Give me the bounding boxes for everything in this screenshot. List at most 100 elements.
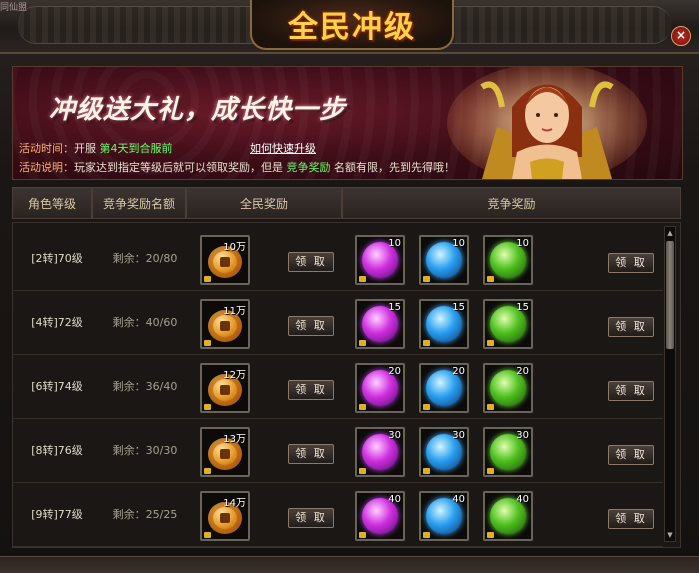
- banner-slogan: 冲级送大礼，成长快一步: [49, 95, 347, 125]
- table-row: [6转]74级 剩余：36/40 12万 领 取 20 20 20 领 取: [13, 355, 663, 419]
- gem-reward-slot[interactable]: 15: [355, 299, 405, 349]
- lock-icon: [204, 340, 211, 346]
- lock-icon: [423, 340, 430, 346]
- table-row: [4转]72级 剩余：40/60 11万 领 取 15 15 15 领 取: [13, 291, 663, 355]
- role-level: [2转]70级: [31, 252, 83, 265]
- gem-count: 30: [388, 430, 401, 441]
- claim-competition-reward-button[interactable]: 领 取: [608, 445, 654, 465]
- gem-count: 10: [452, 238, 465, 249]
- lock-icon: [359, 468, 366, 474]
- remaining-quota: 剩余：20/80: [112, 252, 178, 265]
- gem-reward-slot[interactable]: 20: [419, 363, 469, 413]
- how-to-level-link[interactable]: 如何快速升级: [250, 142, 316, 155]
- heroine-portrait-icon: [447, 67, 647, 179]
- gem-count: 15: [388, 302, 401, 313]
- table-row: [8转]76级 剩余：30/30 13万 领 取 30 30 30 领 取: [13, 419, 663, 483]
- event-time-range: 第4天到合服前: [99, 142, 173, 155]
- gem-reward-slot[interactable]: 10: [355, 235, 405, 285]
- column-header-level: 角色等级: [12, 187, 92, 219]
- lock-icon: [204, 468, 211, 474]
- gem-reward-slot[interactable]: 30: [419, 427, 469, 477]
- lock-icon: [487, 340, 494, 346]
- role-level: [9转]77级: [31, 508, 83, 521]
- role-level: [4转]72级: [31, 316, 83, 329]
- scrollbar-thumb[interactable]: [666, 241, 674, 349]
- gem-reward-slot[interactable]: 40: [355, 491, 405, 541]
- table-row: [2转]70级 剩余：20/80 10万 领 取 10 10 10 领 取: [13, 227, 663, 291]
- coin-reward-slot[interactable]: 10万: [200, 235, 250, 285]
- lock-icon: [359, 532, 366, 538]
- scroll-up-icon[interactable]: ▲: [665, 228, 675, 238]
- coin-reward-slot[interactable]: 12万: [200, 363, 250, 413]
- claim-all-reward-button[interactable]: 领 取: [288, 508, 334, 528]
- scrollbar[interactable]: ▲ ▼: [664, 226, 676, 542]
- column-header-all-reward: 全民奖励: [186, 187, 342, 219]
- claim-all-reward-button[interactable]: 领 取: [288, 252, 334, 272]
- lock-icon: [423, 532, 430, 538]
- reward-list: [2转]70级 剩余：20/80 10万 领 取 10 10 10 领 取 [4…: [12, 222, 681, 548]
- claim-competition-reward-button[interactable]: 领 取: [608, 509, 654, 529]
- event-window: 全民冲级 × 同仙盟 冲级送大礼，成长快一步 活动时间：开服 第4天到合服前 如…: [0, 0, 699, 573]
- gem-reward-slot[interactable]: 15: [483, 299, 533, 349]
- gem-count: 15: [452, 302, 465, 313]
- claim-competition-reward-button[interactable]: 领 取: [608, 381, 654, 401]
- gem-reward-slot[interactable]: 40: [483, 491, 533, 541]
- lock-icon: [487, 532, 494, 538]
- claim-all-reward-button[interactable]: 领 取: [288, 380, 334, 400]
- gem-count: 40: [516, 494, 529, 505]
- gem-count: 30: [516, 430, 529, 441]
- coin-amount: 14万: [223, 498, 246, 509]
- remaining-quota: 剩余：25/25: [112, 508, 178, 521]
- title-bar-ornament-right: [431, 6, 671, 44]
- gem-count: 15: [516, 302, 529, 313]
- gem-reward-slot[interactable]: 20: [483, 363, 533, 413]
- coin-amount: 12万: [223, 370, 246, 381]
- gem-reward-slot[interactable]: 30: [483, 427, 533, 477]
- gem-count: 40: [388, 494, 401, 505]
- coin-amount: 10万: [223, 242, 246, 253]
- window-title: 全民冲级: [288, 10, 416, 45]
- lock-icon: [423, 404, 430, 410]
- lock-icon: [487, 404, 494, 410]
- close-button[interactable]: ×: [671, 26, 691, 46]
- lock-icon: [204, 404, 211, 410]
- lock-icon: [359, 404, 366, 410]
- gem-reward-slot[interactable]: 30: [355, 427, 405, 477]
- gem-count: 20: [388, 366, 401, 377]
- event-banner: 冲级送大礼，成长快一步 活动时间：开服 第4天到合服前 如何快速升级 活动说明：…: [12, 66, 683, 180]
- title-bar-ornament-left: [18, 6, 258, 44]
- lock-icon: [487, 276, 494, 282]
- lock-icon: [204, 532, 211, 538]
- gem-reward-slot[interactable]: 10: [483, 235, 533, 285]
- lock-icon: [204, 276, 211, 282]
- gem-count: 20: [452, 366, 465, 377]
- coin-amount: 13万: [223, 434, 246, 445]
- scroll-down-icon[interactable]: ▼: [665, 530, 675, 540]
- coin-reward-slot[interactable]: 11万: [200, 299, 250, 349]
- event-time-line: 活动时间：开服 第4天到合服前 如何快速升级: [19, 142, 316, 155]
- table-row: [9转]77级 剩余：25/25 14万 领 取 40 40 40 领 取: [13, 483, 663, 547]
- coin-reward-slot[interactable]: 14万: [200, 491, 250, 541]
- claim-all-reward-button[interactable]: 领 取: [288, 444, 334, 464]
- corner-label: 同仙盟: [0, 3, 28, 13]
- gem-reward-slot[interactable]: 40: [419, 491, 469, 541]
- claim-competition-reward-button[interactable]: 领 取: [608, 253, 654, 273]
- gem-reward-slot[interactable]: 20: [355, 363, 405, 413]
- coin-reward-slot[interactable]: 13万: [200, 427, 250, 477]
- event-description-line: 活动说明：玩家达到指定等级后就可以领取奖励，但是 竞争奖励 名额有限，先到先得哦…: [19, 161, 455, 174]
- claim-competition-reward-button[interactable]: 领 取: [608, 317, 654, 337]
- gem-reward-slot[interactable]: 10: [419, 235, 469, 285]
- coin-amount: 11万: [223, 306, 246, 317]
- gem-count: 10: [388, 238, 401, 249]
- lock-icon: [423, 276, 430, 282]
- title-bar: 全民冲级 ×: [0, 0, 699, 54]
- remaining-quota: 剩余：36/40: [112, 380, 178, 393]
- gem-reward-slot[interactable]: 15: [419, 299, 469, 349]
- lock-icon: [487, 468, 494, 474]
- bottom-border: [0, 556, 699, 573]
- title-plate: 全民冲级: [250, 0, 454, 50]
- claim-all-reward-button[interactable]: 领 取: [288, 316, 334, 336]
- table-header: 角色等级 竞争奖励名额 全民奖励 竞争奖励: [12, 187, 681, 219]
- lock-icon: [423, 468, 430, 474]
- role-level: [8转]76级: [31, 444, 83, 457]
